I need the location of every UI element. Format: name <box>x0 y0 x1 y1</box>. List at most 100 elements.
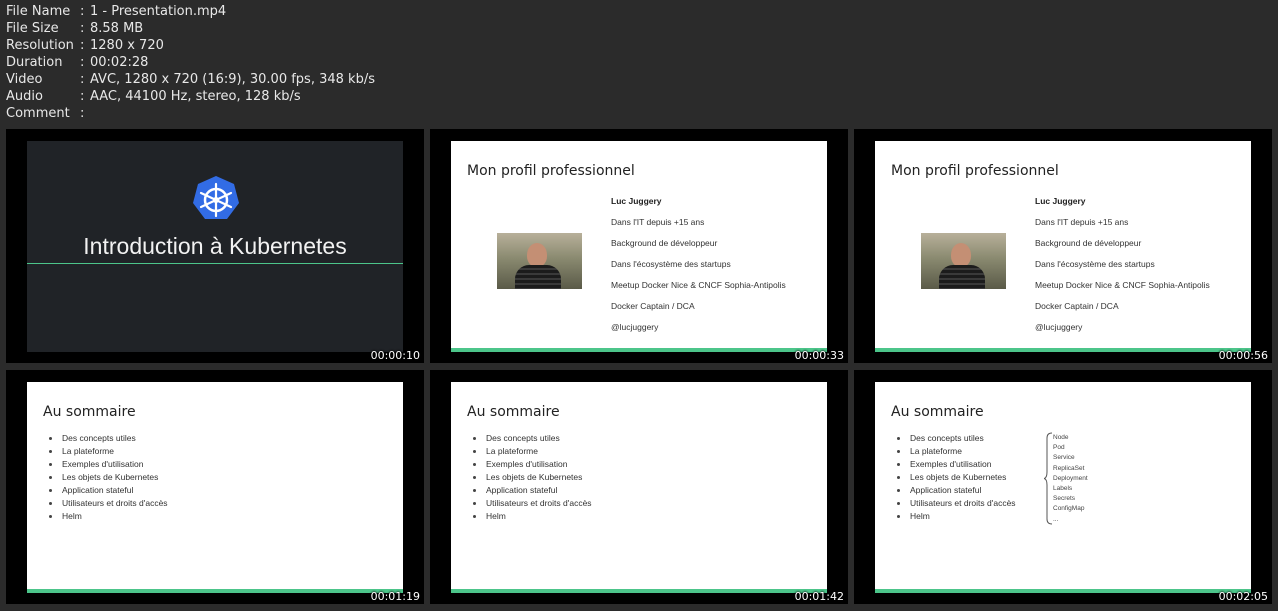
meta-value: 00:02:28 <box>90 55 149 70</box>
profile-line: Background de développeur <box>1035 238 1142 248</box>
list-item: La plateforme <box>48 445 168 458</box>
list-item: Exemples d'utilisation <box>48 458 168 471</box>
kubernetes-objects-list: Node Pod Service ReplicaSet Deployment L… <box>1053 433 1088 525</box>
list-item: Des concepts utiles <box>48 432 168 445</box>
thumbnail-timestamp: 00:02:05 <box>1218 590 1268 603</box>
list-item: Les objets de Kubernetes <box>896 471 1016 484</box>
slide-summary: Au sommaire Des concepts utiles La plate… <box>27 382 403 593</box>
profile-line: Dans l'IT depuis +15 ans <box>611 217 705 227</box>
list-item: La plateforme <box>896 445 1016 458</box>
meta-key: Audio <box>6 89 43 104</box>
slide-profile: Mon profil professionnel Luc Juggery Dan… <box>875 141 1251 352</box>
thumbnail-summary-2[interactable]: Au sommaire Des concepts utiles La plate… <box>430 370 848 604</box>
list-item: Des concepts utiles <box>896 432 1016 445</box>
comment-row: Comment: <box>6 106 85 121</box>
speaker-photo <box>921 233 1006 289</box>
profile-line: Background de développeur <box>611 238 718 248</box>
kubernetes-helm-icon <box>193 176 239 219</box>
thumbnail-profile-1[interactable]: Mon profil professionnel Luc Juggery Dan… <box>430 129 848 363</box>
profile-line: Dans l'IT depuis +15 ans <box>1035 217 1129 227</box>
meta-value: 1 - Presentation.mp4 <box>90 4 227 19</box>
summary-list: Des concepts utiles La plateforme Exempl… <box>472 432 592 523</box>
thumbnail-profile-2[interactable]: Mon profil professionnel Luc Juggery Dan… <box>854 129 1272 363</box>
list-item: Utilisateurs et droits d'accès <box>48 497 168 510</box>
slide-summary-objects: Au sommaire Des concepts utiles La plate… <box>875 382 1251 593</box>
slide-title: Au sommaire <box>467 404 560 420</box>
brace-icon <box>1044 432 1053 525</box>
meta-key: File Name <box>6 4 71 19</box>
summary-list: Des concepts utiles La plateforme Exempl… <box>48 432 168 523</box>
speaker-name: Luc Juggery <box>1035 196 1086 206</box>
thumbnail-timestamp: 00:00:33 <box>794 349 844 362</box>
object-item: Node <box>1053 434 1069 441</box>
list-item: Les objets de Kubernetes <box>472 471 592 484</box>
file-size-row: File Size:8.58 MB <box>6 21 144 36</box>
list-item: Exemples d'utilisation <box>472 458 592 471</box>
meta-value: AAC, 44100 Hz, stereo, 128 kb/s <box>90 89 301 104</box>
audio-row: Audio: AAC, 44100 Hz, stereo, 128 kb/s <box>6 89 301 104</box>
meta-key: Comment <box>6 106 70 121</box>
object-item: ReplicaSet <box>1053 464 1085 472</box>
profile-line: @lucjuggery <box>611 322 659 332</box>
meta-key: Video <box>6 72 43 87</box>
thumbnail-summary-3[interactable]: Au sommaire Des concepts utiles La plate… <box>854 370 1272 604</box>
object-item: Secrets <box>1053 495 1076 503</box>
resolution-row: Resolution:1280 x 720 <box>6 38 164 53</box>
profile-line: @lucjuggery <box>1035 322 1083 332</box>
slide-summary: Au sommaire Des concepts utiles La plate… <box>451 382 827 593</box>
thumbnail-timestamp: 00:00:10 <box>370 349 420 362</box>
slide-accent-bar <box>875 589 1251 593</box>
slide-accent-bar <box>451 348 827 352</box>
slide-title: Au sommaire <box>891 404 984 420</box>
list-item: Des concepts utiles <box>472 432 592 445</box>
slide-profile: Mon profil professionnel Luc Juggery Dan… <box>451 141 827 352</box>
list-item: Les objets de Kubernetes <box>48 471 168 484</box>
object-item: Labels <box>1053 485 1073 493</box>
video-row: Video: AVC, 1280 x 720 (16:9), 30.00 fps,… <box>6 72 375 87</box>
summary-list: Des concepts utiles La plateforme Exempl… <box>896 432 1016 523</box>
object-item: Deployment <box>1053 474 1088 482</box>
list-item: Helm <box>472 510 592 523</box>
list-item: Utilisateurs et droits d'accès <box>896 497 1016 510</box>
thumbnail-timestamp: 00:00:56 <box>1218 349 1268 362</box>
meta-value: AVC, 1280 x 720 (16:9), 30.00 fps, 348 k… <box>90 72 375 87</box>
meta-value: 8.58 MB <box>90 21 144 36</box>
list-item: Utilisateurs et droits d'accès <box>472 497 592 510</box>
list-item: Application stateful <box>896 484 1016 497</box>
file-name-row: File Name:1 - Presentation.mp4 <box>6 4 227 19</box>
profile-line: Meetup Docker Nice & CNCF Sophia-Antipol… <box>1035 280 1210 290</box>
speaker-name: Luc Juggery <box>611 196 662 206</box>
meta-key: Duration <box>6 55 63 70</box>
object-item: ... <box>1053 515 1059 523</box>
slide-title: Mon profil professionnel <box>467 163 635 179</box>
slide-accent-bar <box>27 589 403 593</box>
thumbnail-intro[interactable]: Introduction à Kubernetes 00:00:10 <box>6 129 424 363</box>
profile-line: Dans l'écosystème des startups <box>611 259 731 269</box>
list-item: Helm <box>896 510 1016 523</box>
thumbnail-timestamp: 00:01:42 <box>794 590 844 603</box>
list-item: La plateforme <box>472 445 592 458</box>
meta-key: File Size <box>6 21 59 36</box>
object-item: Service <box>1053 454 1075 462</box>
object-item: Pod <box>1053 444 1065 452</box>
slide-accent-bar <box>875 348 1251 352</box>
meta-value: 1280 x 720 <box>90 38 164 53</box>
duration-row: Duration:00:02:28 <box>6 55 149 70</box>
slide-intro: Introduction à Kubernetes <box>27 141 403 352</box>
list-item: Application stateful <box>48 484 168 497</box>
list-item: Helm <box>48 510 168 523</box>
profile-line: Meetup Docker Nice & CNCF Sophia-Antipol… <box>611 280 786 290</box>
meta-key: Resolution <box>6 38 74 53</box>
profile-line: Dans l'écosystème des startups <box>1035 259 1155 269</box>
intro-title: Introduction à Kubernetes <box>83 233 347 259</box>
file-info: File Name:1 - Presentation.mp4 File Size… <box>6 3 375 122</box>
speaker-photo <box>497 233 582 289</box>
list-item: Exemples d'utilisation <box>896 458 1016 471</box>
profile-list: Luc Juggery Dans l'IT depuis +15 ans Bac… <box>611 191 786 338</box>
slide-accent-bar <box>451 589 827 593</box>
list-item: Application stateful <box>472 484 592 497</box>
profile-line: Docker Captain / DCA <box>1035 301 1119 311</box>
slide-title: Mon profil professionnel <box>891 163 1059 179</box>
thumbnail-summary-1[interactable]: Au sommaire Des concepts utiles La plate… <box>6 370 424 604</box>
profile-list: Luc Juggery Dans l'IT depuis +15 ans Bac… <box>1035 191 1210 338</box>
